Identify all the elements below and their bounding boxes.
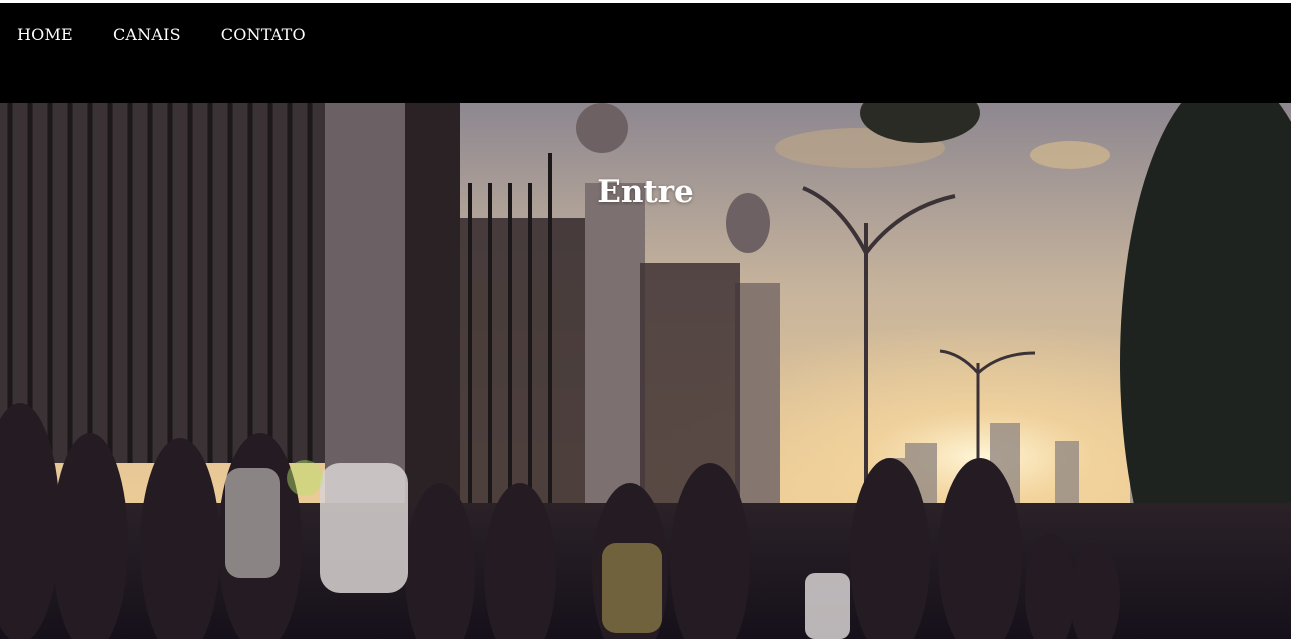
main-nav: HOME CANAIS CONTATO xyxy=(17,25,346,45)
nav-home-link[interactable]: HOME xyxy=(17,25,73,45)
hero-title: Entre xyxy=(597,173,694,210)
top-navbar: HOME CANAIS CONTATO xyxy=(0,3,1291,103)
nav-contato-link[interactable]: CONTATO xyxy=(221,25,306,45)
hero-section: Entre xyxy=(0,103,1291,639)
nav-canais-link[interactable]: CANAIS xyxy=(113,25,181,45)
